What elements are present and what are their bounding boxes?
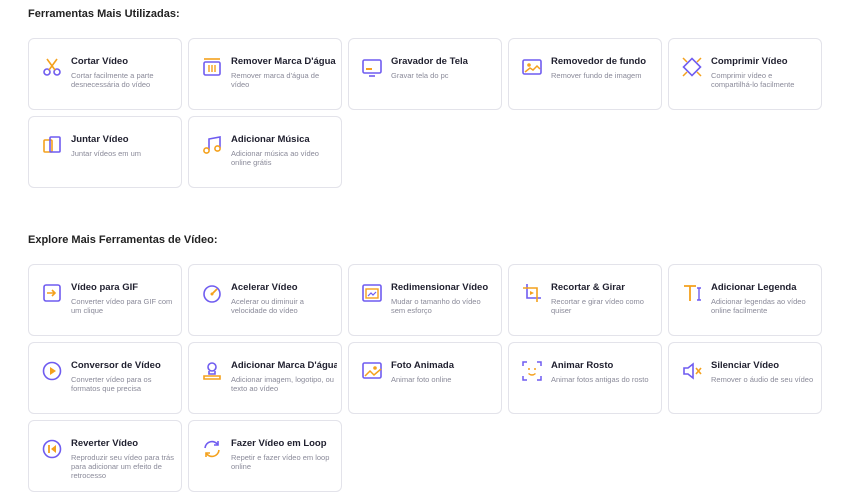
tool-card-conversor-de-video[interactable]: Conversor de Vídeo Converter vídeo para o… [28, 342, 182, 414]
tool-card-title: Redimensionar Vídeo [391, 282, 489, 293]
rewind-icon [41, 438, 63, 460]
compress-icon [681, 56, 703, 78]
tool-card-description: Animar foto online [391, 375, 452, 384]
most-used-tools-grid: Cortar Vídeo Cortar facilmente a parte de… [28, 38, 822, 188]
resize-icon [361, 282, 383, 304]
tool-card-title: Foto Animada [391, 360, 454, 371]
tool-card-gravador-de-tela[interactable]: Gravador de Tela Gravar tela do pc [348, 38, 502, 110]
tool-card-title: Adicionar Legenda [711, 282, 797, 293]
tool-card-title: Acelerar Vídeo [231, 282, 298, 293]
tool-card-description: Repetir e fazer vídeo em loop online [231, 453, 330, 471]
more-tools-grid: Vídeo para GIF Converter vídeo para GIF c… [28, 264, 822, 492]
tool-card-adicionar-marca-dagua[interactable]: Adicionar Marca D'água Adicionar imagem, … [188, 342, 342, 414]
tool-card-description: Mudar o tamanho do vídeo sem esforço [391, 297, 481, 315]
face-scan-icon [521, 360, 543, 382]
tool-card-description: Adicionar música ao vídeo online grátis [231, 149, 319, 167]
tool-card-title: Adicionar Marca D'água [231, 360, 337, 371]
tool-card-reverter-video[interactable]: Reverter Vídeo Reproduzir seu vídeo para … [28, 420, 182, 492]
tool-card-description: Adicionar imagem, logotipo, ou texto ao … [231, 375, 334, 393]
tool-card-adicionar-musica[interactable]: Adicionar Música Adicionar música ao víde… [188, 116, 342, 188]
tool-card-redimensionar-video[interactable]: Redimensionar Vídeo Mudar o tamanho do ví… [348, 264, 502, 336]
convert-play-icon [41, 360, 63, 382]
tool-card-removedor-de-fundo[interactable]: Removedor de fundo Remover fundo de image… [508, 38, 662, 110]
tool-card-description: Remover marca d'água de vídeo [231, 71, 320, 89]
tool-card-title: Cortar Vídeo [71, 56, 129, 67]
tool-card-description: Converter vídeo para GIF com um clique [71, 297, 173, 315]
tool-card-fazer-video-em-loop[interactable]: Fazer Vídeo em Loop Repetir e fazer vídeo… [188, 420, 342, 492]
gif-convert-icon [41, 282, 63, 304]
section-title-most-used: Ferramentas Mais Utilizadas: [28, 8, 180, 20]
tool-card-acelerar-video[interactable]: Acelerar Vídeo Acelerar ou diminuir a vel… [188, 264, 342, 336]
tool-card-cortar-video[interactable]: Cortar Vídeo Cortar facilmente a parte de… [28, 38, 182, 110]
crop-rotate-icon [521, 282, 543, 304]
tool-card-title: Silenciar Vídeo [711, 360, 780, 371]
stamp-icon [201, 360, 223, 382]
text-caption-icon [681, 282, 703, 304]
tool-card-description: Remover o áudio de seu vídeo [711, 375, 814, 384]
speedometer-icon [201, 282, 223, 304]
section-title-more-tools: Explore Mais Ferramentas de Vídeo: [28, 234, 218, 246]
merge-icon [41, 134, 63, 156]
tool-card-description: Converter vídeo para os formatos que pre… [71, 375, 152, 393]
eraser-icon [201, 56, 223, 78]
tool-card-animar-rosto[interactable]: Animar Rosto Animar fotos antigas do rost… [508, 342, 662, 414]
tool-card-description: Acelerar ou diminuir a velocidade do víd… [231, 297, 304, 315]
tool-card-description: Animar fotos antigas do rosto [551, 375, 649, 384]
screen-record-icon [361, 56, 383, 78]
tool-card-foto-animada[interactable]: Foto Animada Animar foto online [348, 342, 502, 414]
tool-card-title: Gravador de Tela [391, 56, 468, 67]
tool-card-title: Fazer Vídeo em Loop [231, 438, 327, 449]
tool-card-title: Animar Rosto [551, 360, 614, 371]
tool-card-title: Remover Marca D'água [231, 56, 336, 67]
tool-card-silenciar-video[interactable]: Silenciar Vídeo Remover o áudio de seu ví… [668, 342, 822, 414]
tool-card-juntar-video[interactable]: Juntar Vídeo Juntar vídeos em um [28, 116, 182, 188]
tool-card-adicionar-legenda[interactable]: Adicionar Legenda Adicionar legendas ao v… [668, 264, 822, 336]
image-background-icon [521, 56, 543, 78]
tool-card-comprimir-video[interactable]: Comprimir Vídeo Comprimir vídeo e compart… [668, 38, 822, 110]
tool-card-description: Remover fundo de imagem [551, 71, 642, 80]
tool-card-description: Comprimir vídeo e compartilhá-lo facilme… [711, 71, 795, 89]
tool-card-title: Reverter Vídeo [71, 438, 139, 449]
music-note-icon [201, 134, 223, 156]
tool-card-description: Gravar tela do pc [391, 71, 449, 80]
tool-card-title: Juntar Vídeo [71, 134, 129, 145]
tool-card-title: Adicionar Música [231, 134, 310, 145]
tool-card-title: Vídeo para GIF [71, 282, 139, 293]
tool-card-title: Comprimir Vídeo [711, 56, 788, 67]
tool-card-description: Reproduzir seu vídeo para trás para adic… [71, 453, 174, 480]
loop-icon [201, 438, 223, 460]
tool-card-title: Conversor de Vídeo [71, 360, 161, 371]
tool-card-description: Juntar vídeos em um [71, 149, 142, 158]
mute-icon [681, 360, 703, 382]
tool-card-remover-marca-dagua[interactable]: Remover Marca D'água Remover marca d'água… [188, 38, 342, 110]
tool-card-title: Removedor de fundo [551, 56, 647, 67]
animated-photo-icon [361, 360, 383, 382]
tool-card-title: Recortar & Girar [551, 282, 625, 293]
tool-card-description: Adicionar legendas ao vídeo online facil… [711, 297, 806, 315]
scissors-icon [41, 56, 63, 78]
tool-card-video-para-gif[interactable]: Vídeo para GIF Converter vídeo para GIF c… [28, 264, 182, 336]
tool-card-description: Cortar facilmente a parte desnecessária … [71, 71, 154, 89]
tool-card-recortar-girar[interactable]: Recortar & Girar Recortar e girar vídeo c… [508, 264, 662, 336]
tool-card-description: Recortar e girar vídeo como quiser [551, 297, 644, 315]
